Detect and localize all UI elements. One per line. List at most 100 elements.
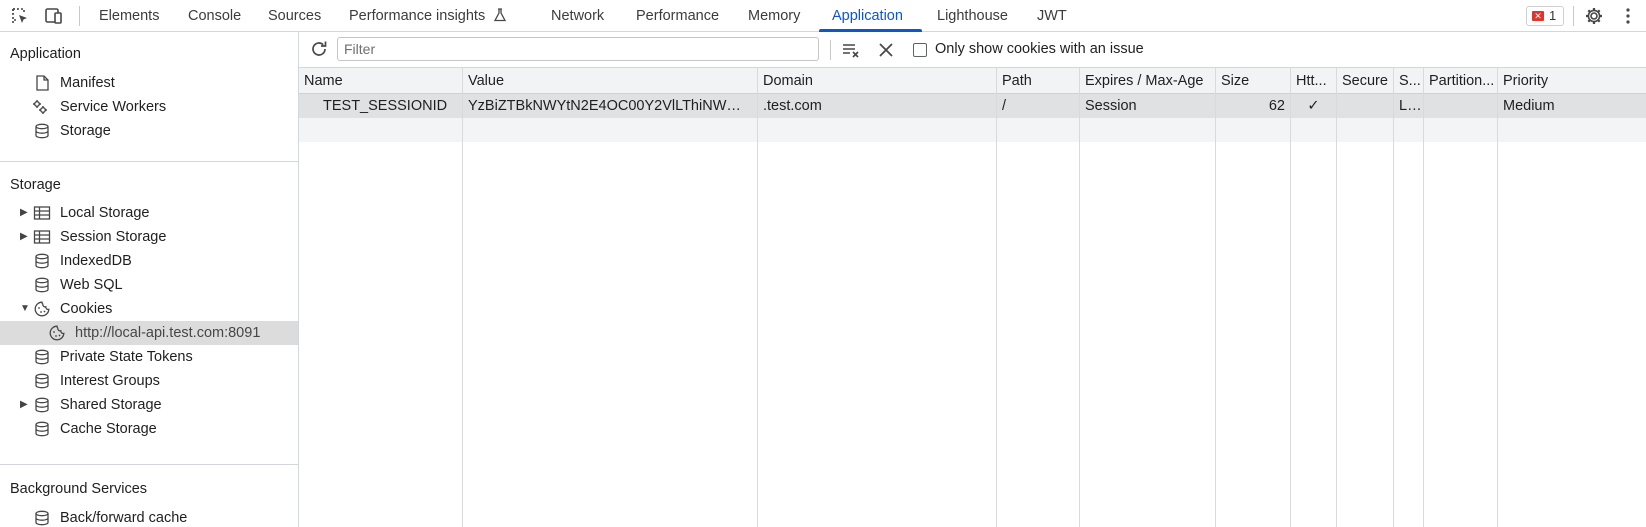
database-icon bbox=[35, 421, 49, 437]
cookie-icon bbox=[34, 301, 50, 317]
sidebar-item-indexeddb[interactable]: IndexedDB bbox=[0, 249, 298, 273]
cookie-icon bbox=[49, 325, 65, 341]
table-row-empty bbox=[299, 118, 1646, 142]
tab-network[interactable]: Network bbox=[551, 0, 604, 31]
sidebar-item-cookies[interactable]: ▼ Cookies bbox=[0, 297, 298, 321]
sidebar-item-cookie-origin[interactable]: http://local-api.test.com:8091 bbox=[0, 321, 298, 345]
cookies-toolbar: Only show cookies with an issue bbox=[299, 32, 1646, 68]
column-header-name[interactable]: Name bbox=[299, 68, 462, 93]
database-icon bbox=[35, 123, 49, 139]
more-options-icon[interactable] bbox=[1618, 6, 1638, 26]
cell-partition bbox=[1424, 94, 1497, 118]
column-divider[interactable] bbox=[1497, 68, 1498, 527]
cell-httponly: ✓ bbox=[1307, 98, 1320, 114]
column-divider[interactable] bbox=[757, 68, 758, 527]
expand-arrow-icon[interactable]: ▶ bbox=[20, 393, 28, 417]
only-issues-checkbox[interactable] bbox=[913, 43, 927, 57]
tab-lighthouse[interactable]: Lighthouse bbox=[937, 0, 1008, 31]
cell-value: YzBiZTBkNWYtN2E4OC00Y2VlLThiNWQtN... bbox=[468, 98, 757, 114]
cell-path: / bbox=[1002, 98, 1007, 114]
sidebar-item-back-forward-cache[interactable]: Back/forward cache bbox=[0, 506, 298, 527]
sidebar-item-manifest[interactable]: Manifest bbox=[0, 71, 298, 95]
tab-elements[interactable]: Elements bbox=[99, 0, 159, 31]
device-toolbar-icon[interactable] bbox=[44, 6, 64, 26]
tab-performance[interactable]: Performance bbox=[636, 0, 719, 31]
filter-input[interactable] bbox=[337, 37, 819, 61]
column-header-domain[interactable]: Domain bbox=[758, 68, 996, 93]
column-divider[interactable] bbox=[1393, 68, 1394, 527]
sidebar-item-session-storage[interactable]: ▶ Session Storage bbox=[0, 225, 298, 249]
tab-application[interactable]: Application bbox=[832, 0, 903, 31]
column-header-value[interactable]: Value bbox=[463, 68, 757, 93]
column-header-path[interactable]: Path bbox=[997, 68, 1079, 93]
column-divider[interactable] bbox=[1215, 68, 1216, 527]
tab-jwt[interactable]: JWT bbox=[1037, 0, 1067, 31]
section-divider bbox=[0, 161, 298, 162]
table-icon bbox=[33, 206, 51, 220]
cookies-table: Name Value Domain Path Expires / Max-Age… bbox=[299, 68, 1646, 527]
cell-samesite: L... bbox=[1399, 98, 1420, 114]
column-divider[interactable] bbox=[996, 68, 997, 527]
column-divider[interactable] bbox=[1079, 68, 1080, 527]
only-issues-label: Only show cookies with an issue bbox=[935, 41, 1144, 57]
cell-name: TEST_SESSIONID bbox=[323, 98, 448, 114]
toolbar-divider bbox=[1573, 6, 1574, 26]
section-title-background-services: Background Services bbox=[10, 481, 148, 497]
error-count-badge[interactable]: ✕ 1 bbox=[1526, 6, 1564, 26]
gear-icon[interactable] bbox=[1584, 6, 1604, 26]
cell-priority: Medium bbox=[1503, 98, 1555, 114]
gears-icon bbox=[33, 100, 47, 114]
application-sidebar: Application Manifest Service Workers Sto… bbox=[0, 32, 299, 527]
column-header-samesite[interactable]: S... bbox=[1394, 68, 1423, 93]
sidebar-item-web-sql[interactable]: Web SQL bbox=[0, 273, 298, 297]
table-icon bbox=[33, 230, 51, 244]
sidebar-item-local-storage[interactable]: ▶ Local Storage bbox=[0, 201, 298, 225]
collapse-arrow-icon[interactable]: ▼ bbox=[20, 297, 30, 321]
column-header-expires[interactable]: Expires / Max-Age bbox=[1080, 68, 1215, 93]
column-divider[interactable] bbox=[1423, 68, 1424, 527]
cell-domain: .test.com bbox=[763, 98, 822, 114]
expand-arrow-icon[interactable]: ▶ bbox=[20, 201, 28, 225]
file-icon bbox=[36, 75, 49, 91]
tab-label: Performance insights bbox=[349, 8, 486, 24]
column-divider[interactable] bbox=[462, 68, 463, 527]
section-divider bbox=[0, 464, 298, 465]
column-header-httponly[interactable]: Htt... bbox=[1291, 68, 1336, 93]
column-divider[interactable] bbox=[1290, 68, 1291, 527]
sidebar-item-service-workers[interactable]: Service Workers bbox=[0, 95, 298, 119]
tab-console[interactable]: Console bbox=[188, 0, 241, 31]
column-header-size[interactable]: Size bbox=[1216, 68, 1290, 93]
section-title-application: Application bbox=[10, 46, 81, 62]
database-icon bbox=[35, 510, 49, 526]
database-icon bbox=[35, 349, 49, 365]
sidebar-item-storage[interactable]: Storage bbox=[0, 119, 298, 143]
delete-selected-icon[interactable] bbox=[876, 40, 896, 60]
cell-size: 62 bbox=[1268, 98, 1285, 114]
toolbar-divider bbox=[79, 6, 80, 26]
inspect-element-icon[interactable] bbox=[10, 6, 30, 26]
tab-performance-insights[interactable]: Performance insights bbox=[349, 0, 507, 31]
table-row[interactable]: TEST_SESSIONID YzBiZTBkNWYtN2E4OC00Y2VlL… bbox=[299, 94, 1646, 118]
toolbar-divider bbox=[830, 40, 831, 60]
sidebar-item-interest-groups[interactable]: Interest Groups bbox=[0, 369, 298, 393]
section-title-storage: Storage bbox=[10, 177, 61, 193]
column-header-priority[interactable]: Priority bbox=[1498, 68, 1646, 93]
column-divider[interactable] bbox=[1336, 68, 1337, 527]
devtools-toolbar: Elements Console Sources Performance ins… bbox=[0, 0, 1646, 32]
sidebar-item-private-state-tokens[interactable]: Private State Tokens bbox=[0, 345, 298, 369]
sidebar-item-shared-storage[interactable]: ▶ Shared Storage bbox=[0, 393, 298, 417]
tab-memory[interactable]: Memory bbox=[748, 0, 800, 31]
column-header-secure[interactable]: Secure bbox=[1337, 68, 1393, 93]
column-header-partition[interactable]: Partition... bbox=[1424, 68, 1497, 93]
expand-arrow-icon[interactable]: ▶ bbox=[20, 225, 28, 249]
database-icon bbox=[35, 373, 49, 389]
database-icon bbox=[35, 277, 49, 293]
database-icon bbox=[35, 397, 49, 413]
clear-all-icon[interactable] bbox=[841, 40, 861, 60]
database-icon bbox=[35, 253, 49, 269]
sidebar-item-cache-storage[interactable]: Cache Storage bbox=[0, 417, 298, 441]
experiment-flask-icon bbox=[494, 8, 507, 22]
refresh-icon[interactable] bbox=[309, 39, 329, 59]
tab-sources[interactable]: Sources bbox=[268, 0, 321, 31]
table-header: Name Value Domain Path Expires / Max-Age… bbox=[299, 68, 1646, 94]
